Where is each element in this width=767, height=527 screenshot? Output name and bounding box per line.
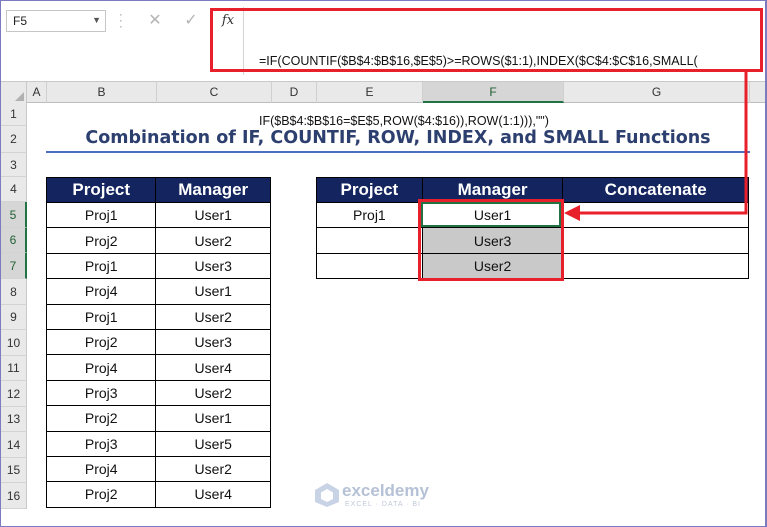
cell-manager[interactable]: User3 (155, 328, 271, 356)
table-row: Proj1 User2 (45, 303, 271, 330)
table-header-row: Project Manager (45, 177, 271, 203)
column-header-g[interactable]: G (564, 82, 750, 103)
row-header-16[interactable]: 16 (1, 483, 27, 509)
cell-manager[interactable]: User5 (155, 430, 271, 457)
cell-project[interactable]: Proj2 (45, 481, 157, 508)
table-row: Proj2 User3 (45, 328, 271, 356)
column-header-e[interactable]: E (317, 82, 423, 103)
table-row: Proj1 User1 (45, 201, 271, 229)
column-header-c[interactable]: C (157, 82, 272, 103)
row-header-8[interactable]: 8 (1, 279, 27, 305)
cell-manager[interactable]: User2 (155, 227, 271, 254)
cell-concatenate[interactable] (562, 252, 749, 280)
cell-manager[interactable]: User4 (155, 354, 271, 381)
cell-project[interactable]: Proj2 (45, 328, 157, 356)
watermark-logo: exceldemy EXCEL · DATA · BI (312, 480, 462, 514)
cell-manager[interactable]: User2 (155, 455, 271, 483)
column-header-bar: A B C D E F G (1, 81, 765, 103)
column-header-b[interactable]: B (47, 82, 157, 103)
column-header-d[interactable]: D (272, 82, 317, 103)
check-icon[interactable]: ✓ (177, 10, 205, 32)
select-all-button[interactable] (1, 82, 27, 103)
row-header-9[interactable]: 9 (1, 305, 27, 330)
table-row: Proj1 User3 (45, 252, 271, 280)
row-header-15[interactable]: 15 (1, 458, 27, 483)
chevron-down-icon[interactable]: ▼ (92, 15, 101, 25)
cell-manager[interactable]: User1 (155, 278, 271, 305)
cell-concatenate[interactable] (562, 201, 749, 229)
cell-project[interactable]: Proj4 (45, 354, 157, 381)
table-row: Proj2 User2 (45, 227, 271, 254)
cell-concatenate[interactable] (562, 227, 749, 254)
cell-manager[interactable]: User1 (155, 201, 271, 229)
row-header-7[interactable]: 7 (1, 253, 27, 279)
sheet-title[interactable]: Combination of IF, COUNTIF, ROW, INDEX, … (46, 125, 750, 153)
header-cell-project[interactable]: Project (316, 177, 423, 203)
drag-handle-icon[interactable]: · · · (119, 10, 123, 33)
cell-project[interactable]: Proj1 (45, 201, 157, 229)
column-header-a[interactable]: A (27, 82, 47, 103)
watermark-name: exceldemy (342, 481, 429, 500)
cell-manager[interactable]: User1 (155, 405, 271, 432)
row-header-12[interactable]: 12 (1, 381, 27, 407)
header-cell-concatenate[interactable]: Concatenate (562, 177, 749, 203)
name-box[interactable]: F5 ▼ (6, 10, 106, 32)
cell-project[interactable]: Proj4 (45, 278, 157, 305)
watermark-tagline: EXCEL · DATA · BI (345, 501, 421, 508)
cell-project[interactable]: Proj1 (45, 252, 157, 280)
cell-project[interactable]: Proj4 (45, 455, 157, 483)
row-header-4[interactable]: 4 (1, 177, 27, 202)
cell-project-lookup[interactable] (316, 227, 423, 254)
cell-project-lookup[interactable] (316, 252, 423, 280)
row-header-14[interactable]: 14 (1, 432, 27, 458)
column-header-f[interactable]: F (423, 82, 564, 103)
exceldemy-logo-icon (315, 483, 339, 507)
title-underline (46, 151, 750, 153)
cell-manager[interactable]: User3 (155, 252, 271, 280)
row-header-5[interactable]: 5 (1, 202, 27, 228)
cell-manager[interactable]: User2 (155, 303, 271, 330)
cell-project[interactable]: Proj1 (45, 303, 157, 330)
row-header-1[interactable]: 1 (1, 103, 27, 126)
cell-manager[interactable]: User4 (155, 481, 271, 508)
row-header-3[interactable]: 3 (1, 153, 27, 177)
table-row: Proj3 User5 (45, 430, 271, 457)
table-row: Proj2 User4 (45, 481, 271, 508)
source-data-table: Project Manager Proj1 User1 Proj2 User2 Pr… (45, 177, 271, 508)
row-header-10[interactable]: 10 (1, 330, 27, 356)
cell-project[interactable]: Proj2 (45, 405, 157, 432)
table-row: Proj4 User1 (45, 278, 271, 305)
row-header-2[interactable]: 2 (1, 126, 27, 153)
cell-project[interactable]: Proj3 (45, 430, 157, 457)
row-header-6[interactable]: 6 (1, 228, 27, 253)
cell-manager[interactable]: User2 (155, 379, 271, 407)
table-row: Proj4 User2 (45, 455, 271, 483)
row-header-11[interactable]: 11 (1, 356, 27, 381)
table-row: Proj4 User4 (45, 354, 271, 381)
cell-project-lookup[interactable]: Proj1 (316, 201, 423, 229)
result-highlight-box (418, 199, 564, 281)
table-row: Proj3 User2 (45, 379, 271, 407)
formula-highlight-box (210, 8, 763, 72)
header-cell-manager[interactable]: Manager (155, 177, 271, 203)
header-cell-project[interactable]: Project (45, 177, 157, 203)
row-header-13[interactable]: 13 (1, 407, 27, 432)
cell-project[interactable]: Proj3 (45, 379, 157, 407)
name-box-value: F5 (13, 14, 28, 28)
cell-project[interactable]: Proj2 (45, 227, 157, 254)
table-row: Proj2 User1 (45, 405, 271, 432)
close-icon[interactable]: ✕ (141, 10, 169, 32)
